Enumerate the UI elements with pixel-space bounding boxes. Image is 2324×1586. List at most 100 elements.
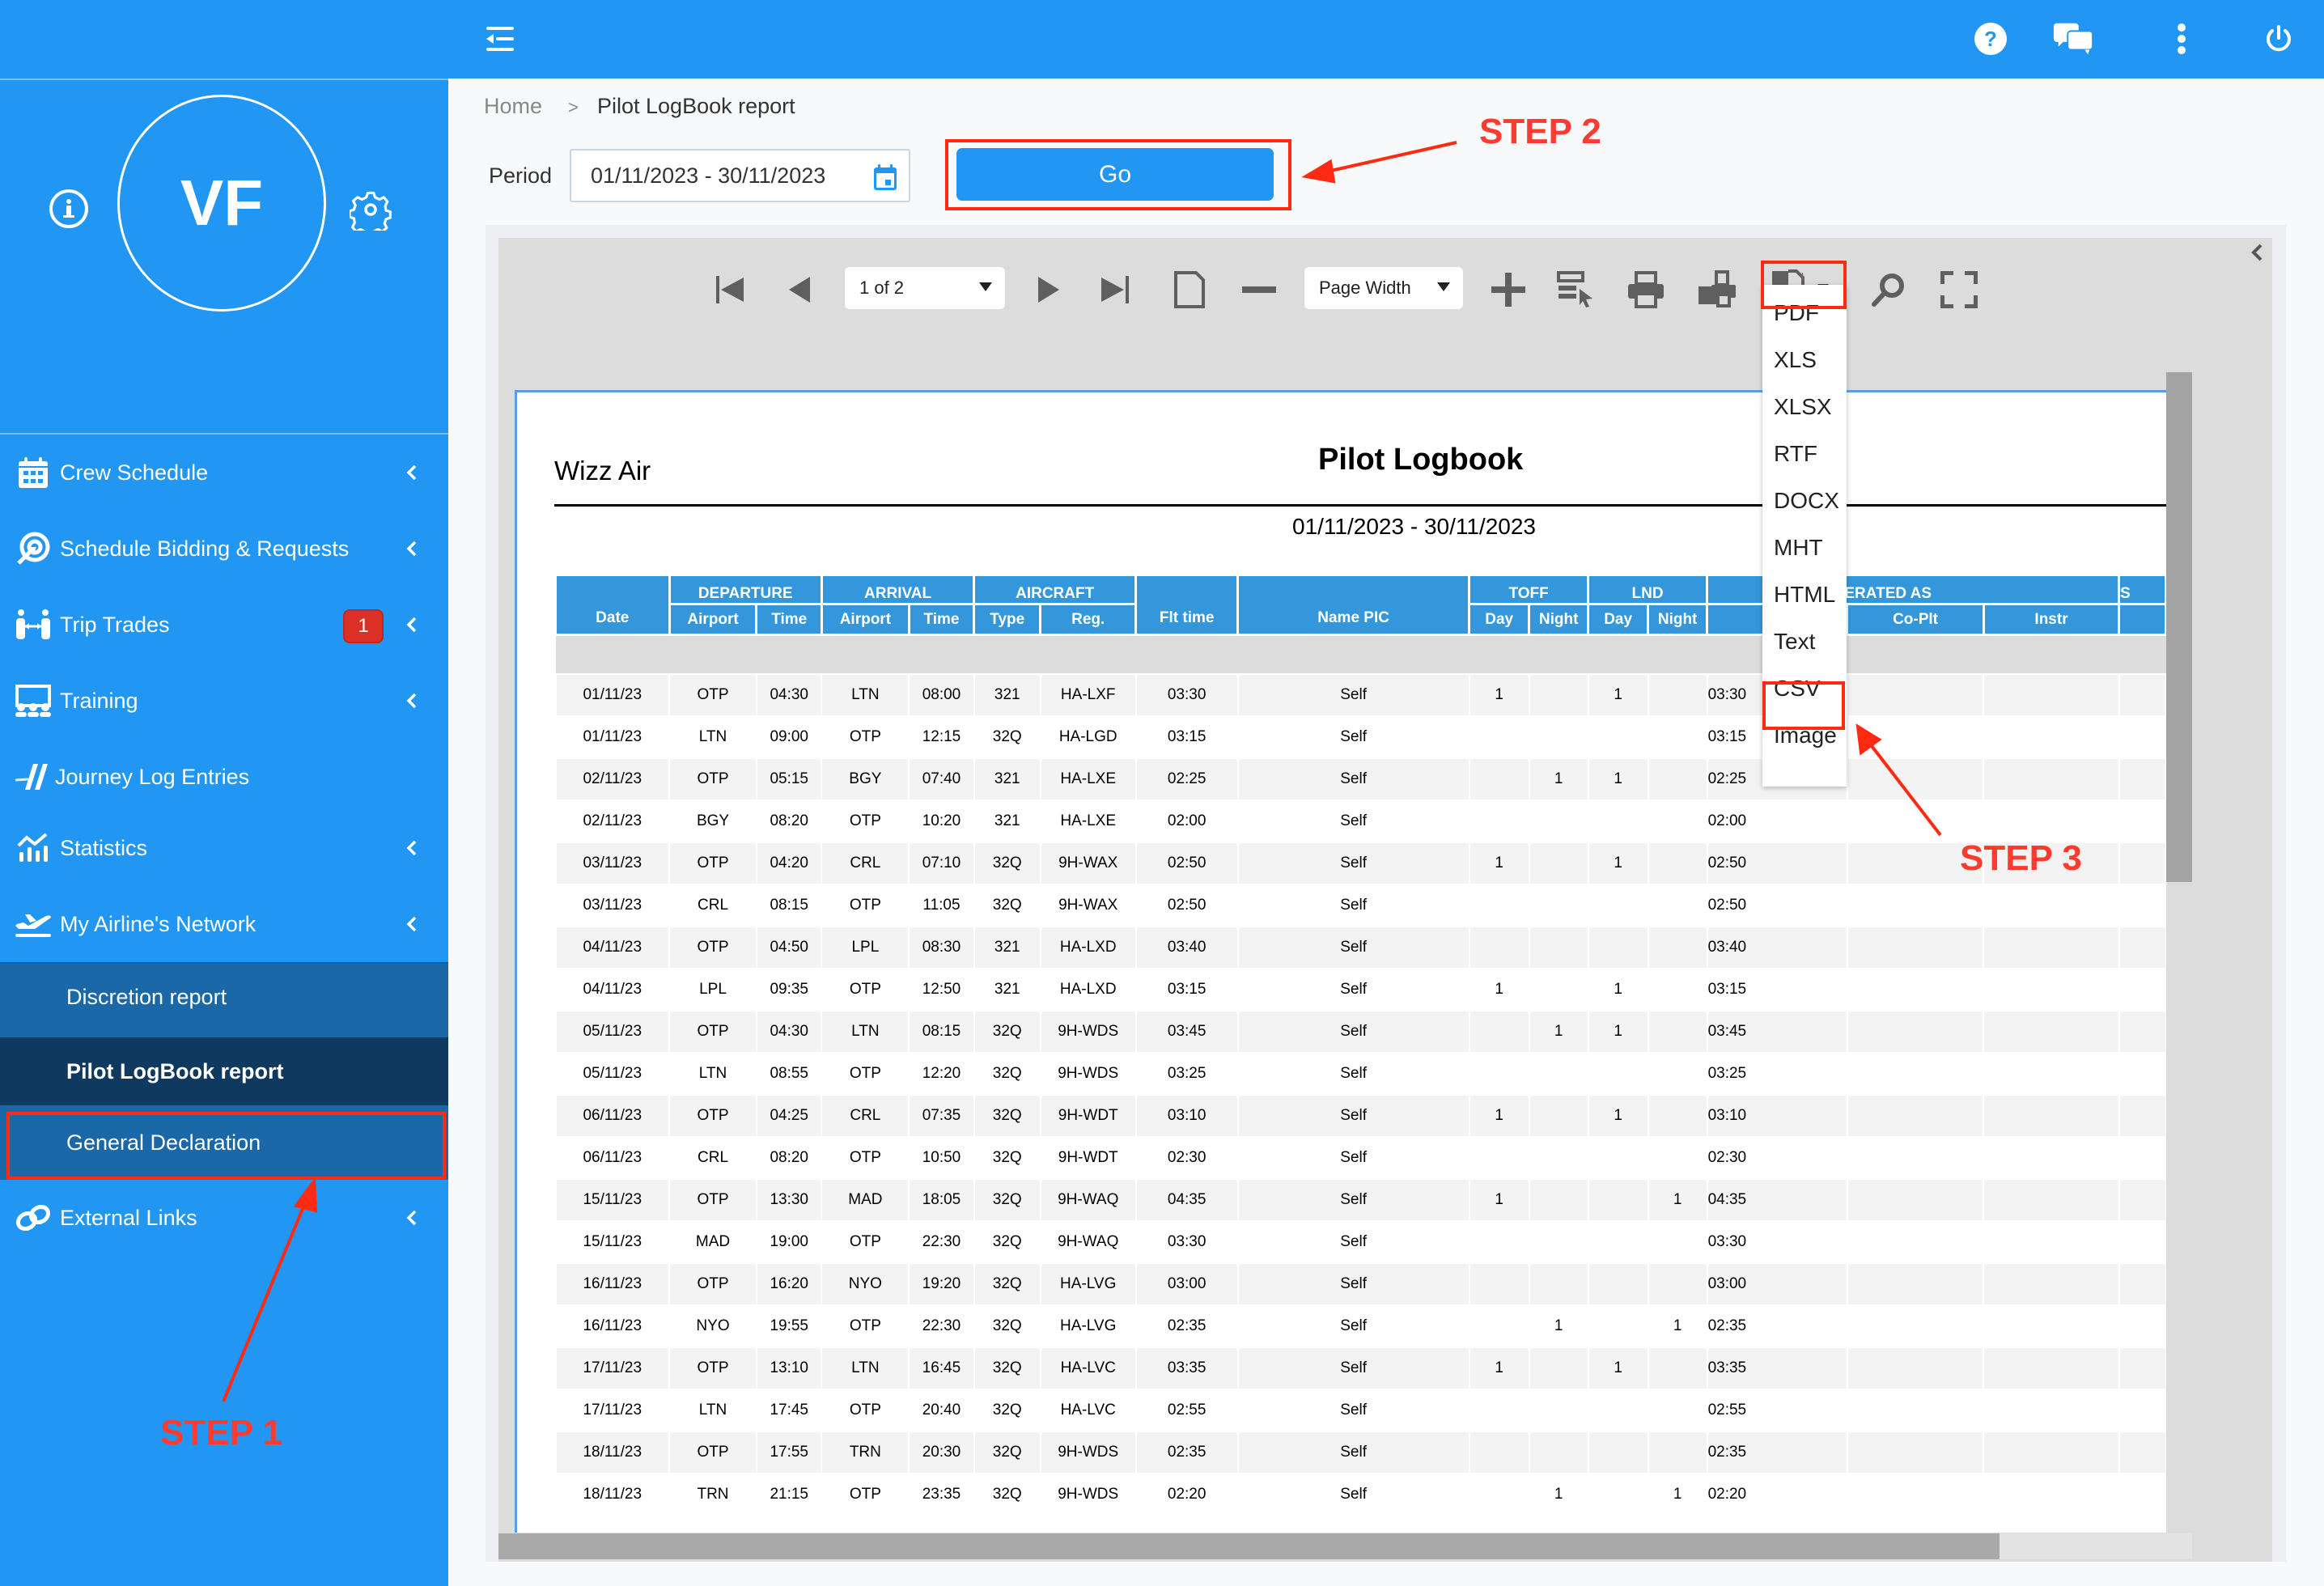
- cell-co-plt: [1846, 672, 1985, 717]
- cell-dep-time: 04:30: [755, 672, 823, 717]
- go-button[interactable]: Go: [956, 148, 1274, 201]
- zoom-select[interactable]: Page Width: [1304, 267, 1463, 309]
- gear-icon[interactable]: [348, 189, 392, 238]
- export-html[interactable]: HTML: [1762, 571, 1847, 618]
- cell-name-pic: Self: [1236, 1219, 1470, 1264]
- fullscreen-icon[interactable]: [1940, 265, 1978, 314]
- search-icon[interactable]: [1869, 265, 1908, 314]
- cell-dep-airport: LPL: [668, 967, 757, 1011]
- cell-lnd-night: [1647, 1135, 1708, 1180]
- single-page-icon[interactable]: [1172, 265, 1207, 314]
- last-page-icon[interactable]: [1097, 265, 1133, 314]
- export-xls[interactable]: XLS: [1762, 337, 1847, 384]
- sidebar-item-journey-log[interactable]: Journey Log Entries: [0, 739, 448, 815]
- cell-hidden-time: 02:20: [1706, 1472, 1848, 1516]
- export-image[interactable]: Image: [1762, 712, 1847, 759]
- reports-submenu: Discretion report Pilot LogBook report G…: [0, 963, 448, 1180]
- cell-name-pic: Self: [1236, 757, 1470, 801]
- menu-collapse-icon[interactable]: [479, 18, 521, 60]
- sidebar-subitem-discretion-report[interactable]: Discretion report: [0, 963, 448, 1031]
- zoom-in-icon[interactable]: [1491, 265, 1526, 314]
- cell-co-plt: [1846, 1051, 1985, 1096]
- cell-toff-night: [1528, 1219, 1589, 1264]
- cell-type: 32Q: [973, 1219, 1041, 1264]
- cell-hidden-time: 03:15: [1706, 967, 1848, 1011]
- previous-page-icon[interactable]: [783, 265, 816, 314]
- cell-toff-day: [1468, 1472, 1530, 1516]
- sidebar-item-schedule-bidding[interactable]: Schedule Bidding & Requests: [0, 511, 448, 587]
- cell-lnd-night: [1647, 1009, 1708, 1054]
- group-lnd: LND: [1587, 574, 1709, 605]
- cell-lnd-day: 1: [1587, 841, 1649, 885]
- print-icon[interactable]: [1626, 265, 1665, 314]
- cell-lnd-day: [1587, 1430, 1649, 1474]
- cell-name-pic: Self: [1236, 1304, 1470, 1348]
- export-mht[interactable]: MHT: [1762, 524, 1847, 571]
- cell-lnd-night: [1647, 715, 1708, 759]
- more-vertical-icon[interactable]: [2161, 18, 2203, 60]
- cell-toff-day: [1468, 757, 1530, 801]
- cell-flt-time: 02:00: [1134, 799, 1239, 843]
- cell-hidden-time: 02:30: [1706, 1135, 1848, 1180]
- cell-dep-airport: NYO: [668, 1304, 757, 1348]
- avatar[interactable]: VF: [117, 95, 326, 312]
- collapse-panel-chevron-icon[interactable]: [2250, 243, 2264, 266]
- sidebar-item-crew-schedule[interactable]: Crew Schedule: [0, 435, 448, 511]
- sidebar-item-external-links[interactable]: External Links: [0, 1180, 448, 1256]
- cell-arr-airport: LTN: [821, 1346, 910, 1390]
- help-icon[interactable]: ?: [1970, 18, 2012, 60]
- next-page-icon[interactable]: [1033, 265, 1065, 314]
- export-xlsx[interactable]: XLSX: [1762, 384, 1847, 430]
- chat-icon[interactable]: [2052, 18, 2094, 60]
- cell-date: 01/11/23: [554, 715, 671, 759]
- period-date-range-input[interactable]: 01/11/2023 - 30/11/2023: [570, 149, 910, 202]
- calendar-icon[interactable]: [873, 163, 897, 197]
- cell-instr: [1983, 1093, 2120, 1138]
- cell-toff-day: [1468, 1262, 1530, 1306]
- zoom-out-icon[interactable]: [1241, 265, 1277, 314]
- horizontal-scrollbar-thumb[interactable]: [498, 1533, 2000, 1559]
- sidebar-subitem-general-declaration[interactable]: General Declaration: [0, 1109, 448, 1177]
- cell-name-pic: Self: [1236, 799, 1470, 843]
- info-icon[interactable]: [49, 189, 89, 233]
- cell-partial: [2118, 883, 2167, 927]
- cell-co-plt: [1846, 1388, 1985, 1432]
- page-select[interactable]: 1 of 2: [845, 267, 1005, 309]
- vertical-scrollbar-thumb[interactable]: [2166, 372, 2192, 882]
- cell-instr: [1983, 967, 2120, 1011]
- export-csv[interactable]: CSV: [1762, 665, 1847, 712]
- export-pdf[interactable]: PDF: [1762, 290, 1847, 337]
- chevron-left-icon: [400, 1209, 424, 1227]
- breadcrumb-home[interactable]: Home: [484, 94, 542, 119]
- cell-lnd-day: 1: [1587, 672, 1649, 717]
- export-docx[interactable]: DOCX: [1762, 477, 1847, 524]
- select-tool-icon[interactable]: [1557, 265, 1596, 314]
- sidebar-item-training[interactable]: Training: [0, 663, 448, 739]
- export-text[interactable]: Text: [1762, 618, 1847, 665]
- cell-lnd-night: 1: [1647, 1177, 1708, 1222]
- sidebar-item-statistics[interactable]: Statistics: [0, 810, 448, 886]
- target-icon: [13, 528, 53, 569]
- sidebar-subitem-pilot-logbook-report[interactable]: Pilot LogBook report: [0, 1037, 448, 1105]
- cell-reg: HA-LXD: [1039, 967, 1137, 1011]
- sidebar-item-airline-network[interactable]: My Airline's Network: [0, 886, 448, 962]
- cell-dep-time: 19:00: [755, 1219, 823, 1264]
- cell-dep-airport: OTP: [668, 757, 757, 801]
- print-page-icon[interactable]: [1696, 265, 1738, 314]
- cell-lnd-day: [1587, 883, 1649, 927]
- chevron-left-icon: [400, 540, 424, 558]
- cell-flt-time: 02:25: [1134, 757, 1239, 801]
- cell-instr: [1983, 799, 2120, 843]
- table-row: 03/11/23 OTP 04:20 CRL 07:10 32Q 9H-WAX 02:50 Se…: [554, 841, 2167, 885]
- cell-flt-time: 03:30: [1134, 672, 1239, 717]
- cell-type: 32Q: [973, 1388, 1041, 1432]
- cell-reg: HA-LVC: [1039, 1346, 1137, 1390]
- power-icon[interactable]: [2258, 18, 2300, 60]
- journey-log-icon: [13, 757, 53, 797]
- export-rtf[interactable]: RTF: [1762, 430, 1847, 477]
- sidebar-item-trip-trades[interactable]: Trip Trades 1: [0, 587, 448, 663]
- cell-toff-day: [1468, 799, 1530, 843]
- cell-toff-night: [1528, 925, 1589, 969]
- first-page-icon[interactable]: [712, 265, 748, 314]
- cell-toff-day: [1468, 1135, 1530, 1180]
